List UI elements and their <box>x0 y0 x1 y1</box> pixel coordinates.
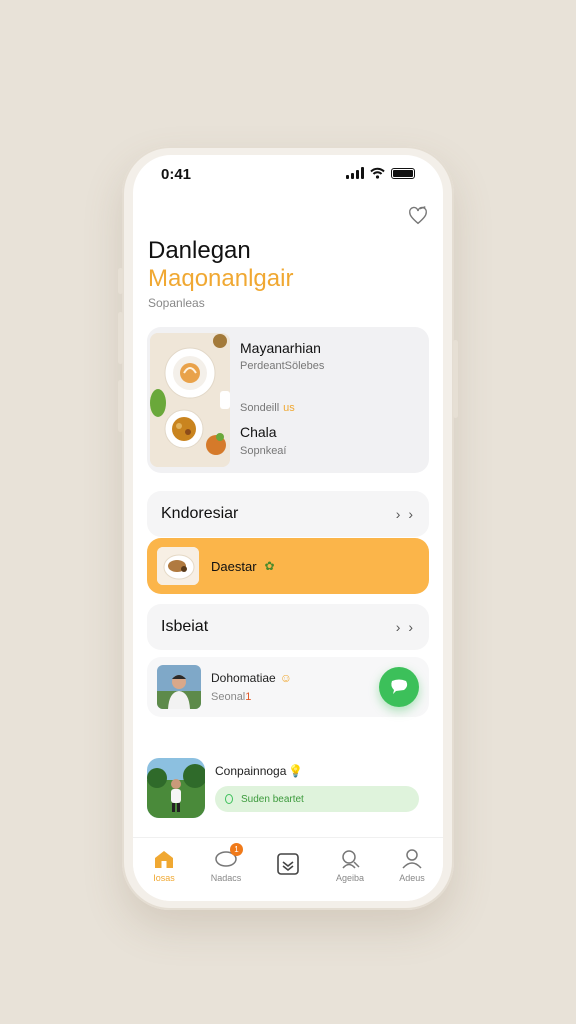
volume-up-button <box>118 312 123 364</box>
highlight-thumbnail <box>157 547 199 585</box>
status-time: 0:41 <box>161 166 192 183</box>
tab-messages[interactable]: 1 Nadacs <box>201 842 251 883</box>
recipe-title: Mayanarhian <box>240 340 321 356</box>
bottom-card-title-line: Conpainnoga 💡 <box>215 764 429 778</box>
recipe-meta: Sondeill us <box>240 402 295 414</box>
home-icon <box>155 850 173 868</box>
tab-inbox[interactable] <box>263 852 313 880</box>
tab-search[interactable]: Ageiba <box>325 849 375 883</box>
list-row-kndoresiar[interactable]: Kndoresiar › › <box>147 491 429 537</box>
leaf-icon: ✿ <box>264 559 275 573</box>
smile-icon: ☺ <box>279 671 292 685</box>
favorite-icon[interactable] <box>407 205 429 227</box>
notification-badge: 1 <box>230 842 243 856</box>
person-sub-mark: 1 <box>245 691 252 703</box>
app-screen: 0:41 Danlegan Maqonanlgair Sopanleas May… <box>133 155 443 901</box>
signal-icon <box>346 167 364 179</box>
tab-label: Nadacs <box>210 872 242 883</box>
featured-recipe-card[interactable]: Mayanarhian PerdeantSölebes Sondeill us C… <box>147 327 429 473</box>
tab-profile[interactable]: Adeus <box>387 848 437 883</box>
search-person-icon <box>342 849 360 869</box>
profile-icon <box>402 848 422 869</box>
highlight-label: Daestar <box>211 558 257 574</box>
person-sub: Seonal <box>211 691 246 703</box>
chevron-right-icon: › › <box>395 619 415 635</box>
avatar <box>157 665 201 709</box>
tab-label: Ageiba <box>335 872 365 883</box>
volume-down-button <box>118 380 123 432</box>
recipe-meta-text: Sondeill <box>240 402 280 414</box>
bottom-card[interactable]: Conpainnoga 💡 Suden beartet <box>147 757 429 819</box>
battery-icon <box>391 167 415 179</box>
pin-icon <box>225 794 233 804</box>
person-sub-line: Seonal1 <box>211 691 292 703</box>
recipe-name: Chala <box>240 424 277 440</box>
tab-label: Iosas <box>153 872 175 883</box>
page-title: Danlegan <box>148 237 251 264</box>
status-icons <box>346 167 415 179</box>
wifi-icon <box>370 167 385 179</box>
bottom-card-title: Conpainnoga <box>215 764 287 778</box>
person-name-line: Dohomatiae ☺ <box>211 671 292 685</box>
list-row-label: Isbeiat <box>161 618 209 635</box>
recipe-meta-tag: us <box>283 402 295 414</box>
lightbulb-icon: 💡 <box>288 764 304 778</box>
chat-fab-button[interactable] <box>379 667 419 707</box>
food-image <box>150 333 230 467</box>
page-subtitle: Sopanleas <box>148 296 205 310</box>
list-row-isbeiat[interactable]: Isbeiat › › <box>147 604 429 650</box>
list-row-label: Kndoresiar <box>161 505 239 522</box>
bottom-card-image <box>147 758 205 818</box>
mute-switch <box>118 268 123 294</box>
inbox-icon <box>277 852 299 875</box>
tab-home[interactable]: Iosas <box>139 849 189 883</box>
tab-bar: Iosas 1 Nadacs Ageiba Adeus <box>133 837 443 901</box>
tab-label: Adeus <box>399 872 425 883</box>
chevron-right-icon: › › <box>395 506 415 522</box>
status-pill-label: Suden beartet <box>241 793 304 805</box>
page-title-accent: Maqonanlgair <box>148 265 294 292</box>
status-pill[interactable]: Suden beartet <box>215 786 419 812</box>
recipe-note: Sopnkeaí <box>240 445 287 457</box>
recipe-subtitle: PerdeantSölebes <box>240 360 325 372</box>
highlight-row[interactable]: Daestar ✿ <box>147 538 429 594</box>
power-button <box>453 340 458 418</box>
chat-bubble-icon <box>391 679 408 694</box>
person-name: Dohomatiae <box>211 671 276 685</box>
